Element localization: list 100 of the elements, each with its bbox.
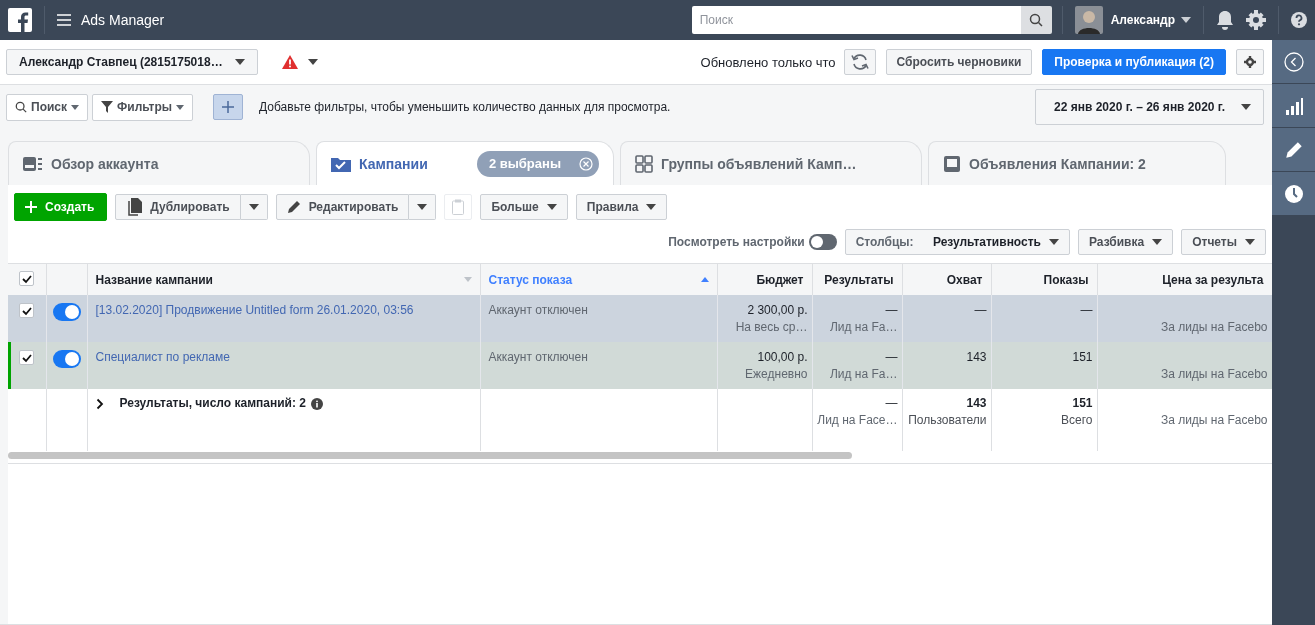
checkbox[interactable] [19, 303, 35, 318]
help-icon[interactable] [1291, 12, 1307, 28]
caret-icon [71, 104, 79, 110]
reach-value: — [973, 302, 987, 319]
reach-total: 143 [965, 395, 987, 412]
facebook-logo-icon[interactable] [8, 8, 32, 32]
filter-icon [101, 101, 113, 113]
refresh-button[interactable] [843, 49, 876, 75]
result-type: Лид на Fa… [828, 366, 898, 383]
tab[interactable]: Объявления Кампании: 2 [928, 141, 1226, 185]
budget-type: На весь ср… [734, 319, 808, 336]
search-icon [15, 101, 27, 113]
dropdown-button[interactable] [409, 194, 437, 220]
caret-icon [1049, 239, 1059, 245]
delivery-status: Аккаунт отключен [488, 303, 588, 317]
impressions-unit: Всего [1060, 412, 1093, 429]
app-title: Ads Manager [81, 12, 165, 28]
edit-button[interactable]: Редактировать [275, 194, 410, 220]
cost-type: За лиды на Facebo [1159, 366, 1268, 383]
caret-icon [1245, 239, 1255, 245]
duplicate-button[interactable]: Дублировать [115, 194, 241, 220]
filters-dropdown[interactable]: Фильтры [92, 93, 194, 121]
settings-icon[interactable] [1246, 10, 1266, 30]
folder-check-icon [331, 155, 351, 172]
clipboard-icon [452, 199, 465, 215]
caret-icon [307, 59, 318, 65]
view-settings-toggle[interactable] [808, 234, 837, 250]
scrollbar-thumb[interactable] [8, 452, 852, 459]
delivery-status: Аккаунт отключен [488, 350, 588, 364]
columns-button[interactable]: Столбцы: Результативность [844, 229, 1070, 255]
grid-icon [635, 154, 653, 173]
column-header[interactable]: Цена за результа [1097, 264, 1272, 295]
caret-icon [1152, 239, 1163, 245]
column-header[interactable]: Охват [902, 264, 991, 295]
caret-icon [176, 104, 185, 110]
search-button[interactable] [1020, 6, 1052, 34]
campaign-toggle[interactable] [52, 303, 81, 321]
collapse-button[interactable] [1272, 40, 1315, 84]
info-icon[interactable] [311, 397, 323, 410]
reach-value: 143 [965, 349, 987, 366]
stats-button[interactable] [1272, 84, 1315, 128]
column-header[interactable]: Показы [991, 264, 1097, 295]
checkbox[interactable] [19, 350, 35, 365]
chevron-left-icon [1283, 51, 1304, 72]
bell-icon[interactable] [1216, 10, 1234, 30]
warning-icon[interactable] [281, 55, 298, 69]
tab[interactable]: Кампании 2 выбраны [316, 141, 614, 185]
impressions-value: 151 [1071, 349, 1093, 366]
campaign-toggle[interactable] [52, 350, 81, 368]
view-settings-label: Посмотреть настройки [668, 235, 805, 249]
rules-button[interactable]: Правила [575, 194, 668, 220]
publish-button[interactable]: Проверка и публикация (2) [1042, 49, 1226, 75]
summary-label: Результаты, число кампаний: 2 [119, 395, 306, 412]
caret-icon [417, 204, 428, 210]
more-button[interactable]: Больше [480, 194, 568, 220]
column-header[interactable]: Результаты [812, 264, 902, 295]
add-filter-button[interactable] [213, 94, 244, 120]
user-name[interactable]: Александр [1110, 13, 1175, 27]
column-header[interactable]: Бюджет [717, 264, 812, 295]
caret-icon [1181, 17, 1191, 23]
results-value: — [884, 349, 898, 366]
tab[interactable]: Обзор аккаунта [8, 141, 310, 185]
search-field[interactable]: Поиск [691, 6, 1021, 34]
budget-type: Ежедневно [744, 366, 808, 383]
impressions-total: 151 [1071, 395, 1093, 412]
close-icon[interactable] [579, 156, 593, 171]
account-selector[interactable]: Александр Ставпец (2815175018… [6, 49, 258, 75]
pencil-icon [1284, 140, 1303, 159]
result-type: Лид на Face… [816, 412, 898, 429]
caret-icon [546, 204, 557, 210]
edit-button[interactable] [1272, 128, 1315, 172]
search-icon [1029, 13, 1044, 27]
menu-icon[interactable] [57, 14, 71, 26]
campaign-name-link[interactable]: Специалист по рекламе [95, 350, 230, 364]
expand-chevron-icon[interactable] [95, 397, 104, 410]
column-header[interactable]: Название кампании [87, 264, 480, 295]
clock-icon [1283, 183, 1304, 204]
caret-icon [234, 59, 245, 65]
budget-amount: 100,00 р. [756, 349, 808, 366]
cost-type: За лиды на Facebo [1159, 412, 1268, 429]
plus-icon [222, 101, 235, 113]
breakdown-button[interactable]: Разбивка [1078, 229, 1174, 255]
tab[interactable]: Группы объявлений Камп… [620, 141, 922, 185]
reach-unit: Пользователи [907, 412, 987, 429]
dropdown-button[interactable] [240, 194, 268, 220]
reset-drafts-button[interactable]: Сбросить черновики [885, 49, 1033, 75]
reports-button[interactable]: Отчеты [1181, 229, 1266, 255]
history-button[interactable] [1272, 172, 1315, 216]
avatar-icon[interactable] [1074, 6, 1103, 34]
impressions-value: — [1079, 302, 1093, 319]
caret-icon [646, 204, 657, 210]
search-dropdown[interactable]: Поиск [6, 93, 88, 121]
caret-icon [1241, 104, 1251, 110]
checkbox[interactable] [19, 271, 35, 287]
results-value: — [884, 302, 898, 319]
cost-type: За лиды на Facebo [1159, 319, 1268, 336]
date-range-picker[interactable]: 22 янв 2020 г. – 26 янв 2020 г. [1035, 89, 1264, 125]
results-value: — [884, 395, 898, 412]
filter-hint: Добавьте фильтры, чтобы уменьшить количество данных для просмотра. [259, 100, 671, 114]
settings-button[interactable] [1236, 49, 1264, 75]
